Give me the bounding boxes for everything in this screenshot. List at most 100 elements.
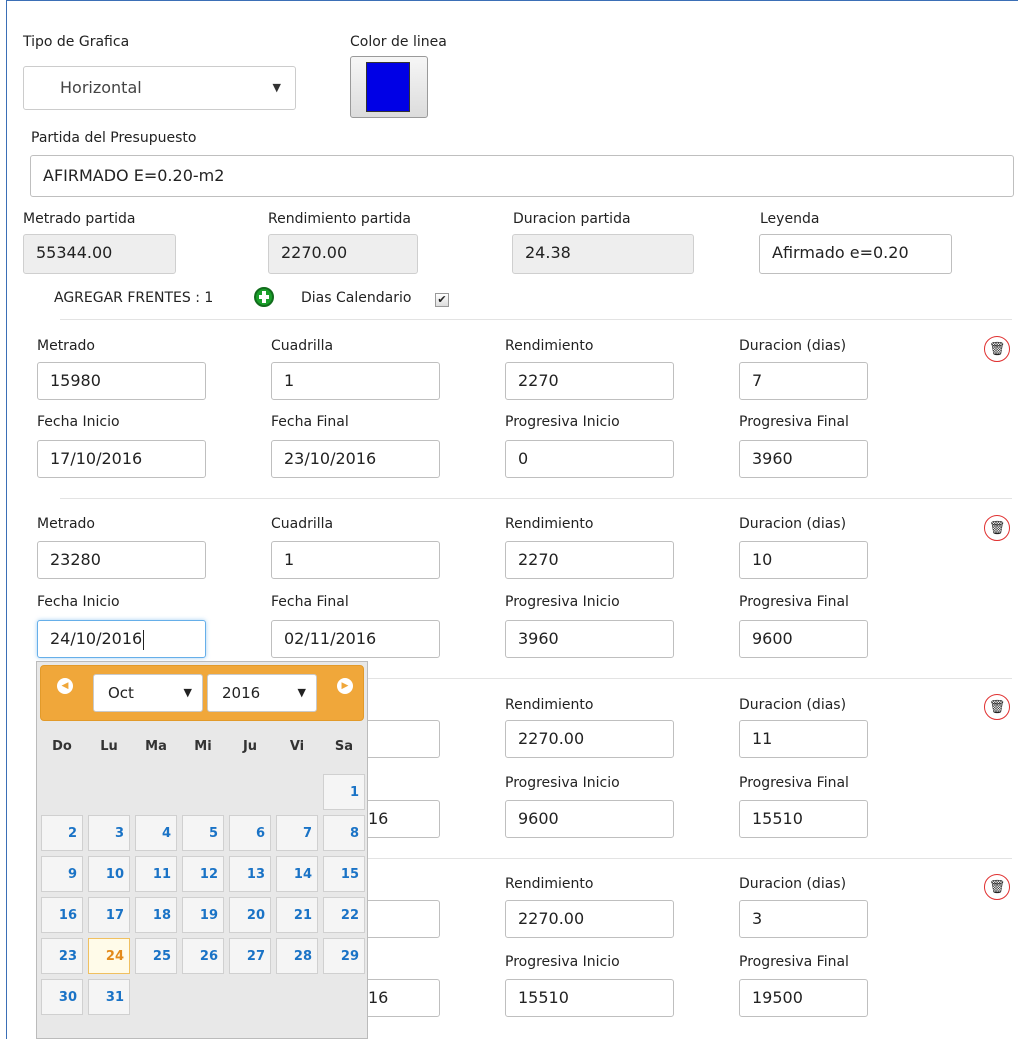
duracion-input[interactable]: 3 bbox=[739, 900, 868, 938]
duracion-input[interactable]: 7 bbox=[739, 362, 868, 400]
calendar-day[interactable]: 22 bbox=[323, 897, 365, 933]
weekday-header: Mi bbox=[194, 739, 212, 754]
calendar-day[interactable]: 14 bbox=[276, 856, 318, 892]
progresiva-inicio-label: Progresiva Inicio bbox=[505, 594, 620, 610]
duracion-label: Duracion (dias) bbox=[739, 697, 847, 713]
divider bbox=[60, 498, 1012, 499]
weekday-header: Vi bbox=[289, 739, 305, 754]
fecha-final-label: Fecha Final bbox=[271, 594, 349, 610]
add-frente-icon[interactable] bbox=[254, 287, 274, 307]
rendimiento-input[interactable]: 2270.00 bbox=[505, 900, 674, 938]
duracion-input[interactable]: 11 bbox=[739, 720, 868, 758]
calendar-day[interactable]: 6 bbox=[229, 815, 271, 851]
calendar-day[interactable]: 16 bbox=[41, 897, 83, 933]
calendar-day[interactable]: 12 bbox=[182, 856, 224, 892]
trash-icon[interactable]: 🗑 bbox=[984, 336, 1010, 362]
metrado-input[interactable]: 23280 bbox=[37, 541, 206, 579]
progresiva-inicio-label: Progresiva Inicio bbox=[505, 775, 620, 791]
weekday-header: Ma bbox=[145, 739, 167, 754]
cuadrilla-input[interactable]: 1 bbox=[271, 541, 440, 579]
progresiva-final-input[interactable]: 15510 bbox=[739, 800, 868, 838]
calendar-day[interactable]: 9 bbox=[41, 856, 83, 892]
rendimiento-label: Rendimiento bbox=[505, 516, 594, 532]
divider bbox=[60, 319, 1012, 320]
progresiva-inicio-input[interactable]: 0 bbox=[505, 440, 674, 478]
metrado-label: Metrado bbox=[37, 516, 95, 532]
calendar-day[interactable]: 13 bbox=[229, 856, 271, 892]
calendar-day[interactable]: 10 bbox=[88, 856, 130, 892]
calendar-day[interactable]: 29 bbox=[323, 938, 365, 974]
calendar-day[interactable]: 5 bbox=[182, 815, 224, 851]
metrado-input[interactable]: 15980 bbox=[37, 362, 206, 400]
calendar-day[interactable]: 1 bbox=[323, 774, 365, 810]
progresiva-inicio-label: Progresiva Inicio bbox=[505, 414, 620, 430]
metrado-partida-field[interactable]: 55344.00 bbox=[23, 234, 176, 274]
calendar-day[interactable]: 8 bbox=[323, 815, 365, 851]
dias-calendario-checkbox[interactable]: ✔ bbox=[435, 293, 449, 307]
progresiva-final-label: Progresiva Final bbox=[739, 775, 849, 791]
calendar-day[interactable]: 11 bbox=[135, 856, 177, 892]
month-select[interactable]: Oct ▼ bbox=[93, 674, 203, 712]
progresiva-final-label: Progresiva Final bbox=[739, 594, 849, 610]
calendar-day[interactable]: 18 bbox=[135, 897, 177, 933]
calendar-day[interactable]: 3 bbox=[88, 815, 130, 851]
fecha-inicio-label: Fecha Inicio bbox=[37, 594, 120, 610]
trash-icon[interactable]: 🗑 bbox=[984, 874, 1010, 900]
chevron-down-icon: ▼ bbox=[297, 686, 306, 699]
calendar-day[interactable]: 17 bbox=[88, 897, 130, 933]
calendar-day[interactable]: 25 bbox=[135, 938, 177, 974]
progresiva-final-input[interactable]: 19500 bbox=[739, 979, 868, 1017]
prev-month-icon[interactable]: ◀ bbox=[57, 678, 73, 694]
cuadrilla-label: Cuadrilla bbox=[271, 516, 334, 532]
metrado-partida-label: Metrado partida bbox=[23, 211, 136, 227]
progresiva-inicio-input[interactable]: 9600 bbox=[505, 800, 674, 838]
fecha-inicio-input[interactable]: 17/10/2016 bbox=[37, 440, 206, 478]
rendimiento-input[interactable]: 2270 bbox=[505, 541, 674, 579]
rendimiento-partida-field[interactable]: 2270.00 bbox=[268, 234, 418, 274]
duracion-partida-field[interactable]: 24.38 bbox=[512, 234, 694, 274]
year-select[interactable]: 2016 ▼ bbox=[207, 674, 317, 712]
text-cursor bbox=[143, 629, 145, 650]
calendar-day[interactable]: 19 bbox=[182, 897, 224, 933]
trash-icon[interactable]: 🗑 bbox=[984, 515, 1010, 541]
calendar-day[interactable]: 24 bbox=[88, 938, 130, 974]
progresiva-final-input[interactable]: 3960 bbox=[739, 440, 868, 478]
weekday-header: Ju bbox=[242, 739, 258, 754]
calendar-day[interactable]: 21 bbox=[276, 897, 318, 933]
partida-input[interactable]: AFIRMADO E=0.20-m2 bbox=[30, 155, 1014, 197]
cuadrilla-input[interactable]: 1 bbox=[271, 362, 440, 400]
calendar-day[interactable]: 30 bbox=[41, 979, 83, 1015]
duracion-input[interactable]: 10 bbox=[739, 541, 868, 579]
calendar-day[interactable]: 7 bbox=[276, 815, 318, 851]
calendar-day[interactable]: 20 bbox=[229, 897, 271, 933]
trash-icon[interactable]: 🗑 bbox=[984, 694, 1010, 720]
calendar-day[interactable]: 15 bbox=[323, 856, 365, 892]
progresiva-inicio-input[interactable]: 15510 bbox=[505, 979, 674, 1017]
next-month-icon[interactable]: ▶ bbox=[337, 678, 353, 694]
progresiva-inicio-input[interactable]: 3960 bbox=[505, 620, 674, 658]
calendar-day[interactable]: 23 bbox=[41, 938, 83, 974]
progresiva-final-label: Progresiva Final bbox=[739, 414, 849, 430]
weekday-header: Sa bbox=[334, 739, 354, 754]
color-picker-button[interactable] bbox=[350, 56, 428, 118]
rendimiento-input[interactable]: 2270.00 bbox=[505, 720, 674, 758]
calendar-day[interactable]: 4 bbox=[135, 815, 177, 851]
fecha-final-input[interactable]: 02/11/2016 bbox=[271, 620, 440, 658]
rendimiento-label: Rendimiento bbox=[505, 697, 594, 713]
fecha-inicio-input[interactable]: 24/10/2016 bbox=[37, 620, 206, 658]
fecha-final-input[interactable]: 23/10/2016 bbox=[271, 440, 440, 478]
duracion-label: Duracion (dias) bbox=[739, 516, 847, 532]
rendimiento-input[interactable]: 2270 bbox=[505, 362, 674, 400]
calendar-day[interactable]: 27 bbox=[229, 938, 271, 974]
tipo-grafica-label: Tipo de Grafica bbox=[23, 34, 130, 50]
calendar-day[interactable]: 31 bbox=[88, 979, 130, 1015]
tipo-grafica-select[interactable]: Horizontal ▼ bbox=[23, 66, 296, 110]
calendar-day[interactable]: 28 bbox=[276, 938, 318, 974]
calendar-day[interactable]: 2 bbox=[41, 815, 83, 851]
rendimiento-label: Rendimiento bbox=[505, 876, 594, 892]
duracion-label: Duracion (dias) bbox=[739, 338, 847, 354]
progresiva-final-input[interactable]: 9600 bbox=[739, 620, 868, 658]
calendar-day[interactable]: 26 bbox=[182, 938, 224, 974]
weekday-header: Do bbox=[52, 739, 72, 754]
leyenda-input[interactable]: Afirmado e=0.20 bbox=[759, 234, 952, 274]
